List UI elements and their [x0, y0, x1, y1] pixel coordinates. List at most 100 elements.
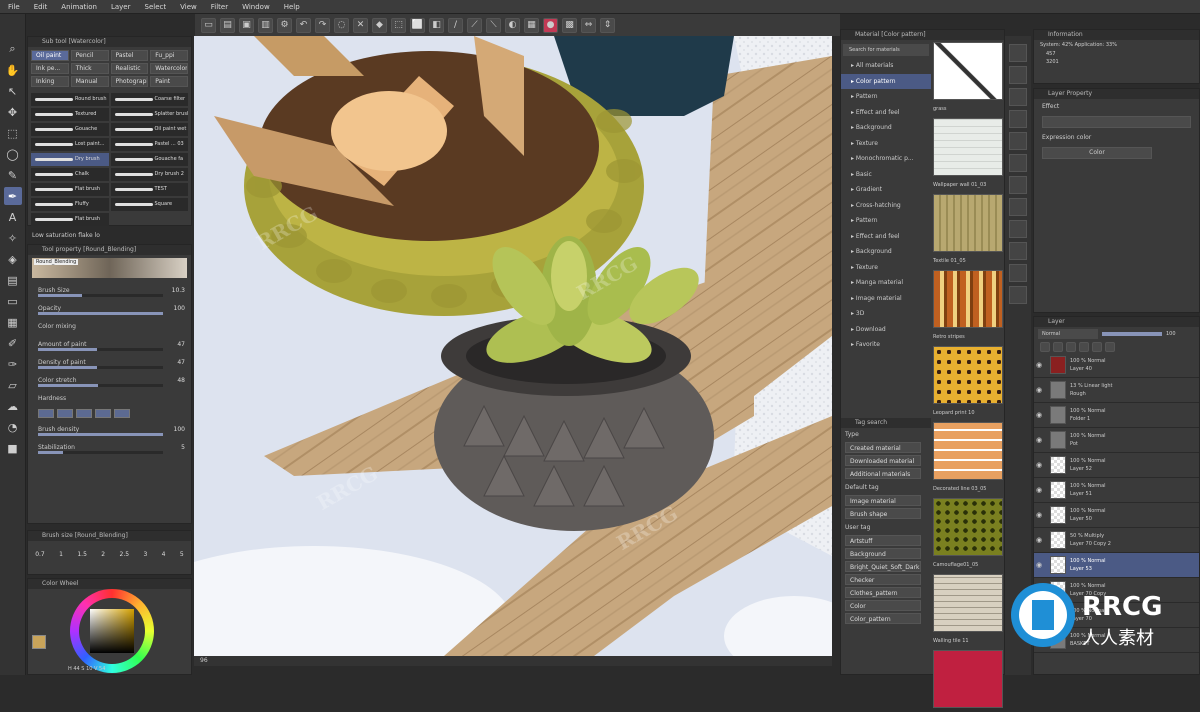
brush-size-option[interactable]: 4	[162, 551, 166, 558]
menu-item-view[interactable]: View	[180, 3, 197, 11]
material-tree-item[interactable]: ▸ Texture	[841, 136, 931, 152]
material-thumbnail[interactable]: Camouflage01_05	[933, 498, 1003, 568]
menu-item-help[interactable]: Help	[284, 3, 300, 11]
user-tag[interactable]: Color	[845, 600, 921, 611]
material-thumbnail[interactable]: grass	[933, 42, 1003, 112]
user-tag[interactable]: Artstuff	[845, 535, 921, 546]
user-tag[interactable]: Clothes_pattern	[845, 587, 921, 598]
type-tag[interactable]: Downloaded material	[845, 455, 921, 466]
subtool-tab[interactable]: Ink pe...	[31, 63, 69, 74]
eye-icon[interactable]: ◉	[1034, 361, 1044, 369]
property-row[interactable]: Brush Size 10.3	[28, 281, 191, 299]
user-tag[interactable]: Background	[845, 548, 921, 559]
subtool-tab[interactable]: Manual	[70, 76, 109, 87]
flip-horizontal-icon[interactable]: ⇔	[581, 17, 596, 33]
deselect-icon[interactable]: ⬜	[410, 17, 425, 33]
brush-item[interactable]: Coarse filter	[110, 93, 188, 106]
grid-icon[interactable]: ▩	[562, 17, 577, 33]
type-tag[interactable]: Additional materials	[845, 468, 921, 479]
brush-item[interactable]: Square	[110, 198, 188, 211]
record-icon[interactable]: ●	[543, 17, 558, 33]
move-layer-icon[interactable]: ✥	[4, 103, 22, 121]
figure-icon[interactable]: ▭	[4, 292, 22, 310]
property-row[interactable]: Color mixing	[28, 317, 191, 335]
ruler-icon[interactable]: ⟋	[467, 17, 482, 33]
menu-item-filter[interactable]: Filter	[211, 3, 228, 11]
invert-icon[interactable]: ◧	[429, 17, 444, 33]
settings-icon[interactable]: ⚙	[277, 17, 292, 33]
type-tag[interactable]: Created material	[845, 442, 921, 453]
approx-color-icon[interactable]	[1009, 220, 1027, 238]
subtool-tab[interactable]: Fu_ppi	[150, 50, 188, 61]
frame-icon[interactable]: ▦	[4, 313, 22, 331]
brush-item[interactable]: Gouache fa	[110, 153, 188, 166]
saturation-value-square[interactable]	[90, 609, 134, 653]
intermediate-color-icon[interactable]	[1009, 242, 1027, 260]
eye-icon[interactable]: ◉	[1034, 386, 1044, 394]
eye-icon[interactable]: ◉	[1034, 486, 1044, 494]
material-tree-item[interactable]: ▸ Basic	[841, 167, 931, 183]
clip-icon[interactable]	[1079, 342, 1089, 352]
material-thumbnail[interactable]: Decorated line 03_05	[933, 422, 1003, 492]
menu-item-file[interactable]: File	[8, 3, 20, 11]
material-tree-item[interactable]: ▸ Background	[841, 244, 931, 260]
menu-item-edit[interactable]: Edit	[34, 3, 48, 11]
subtool-tab[interactable]: Realistic	[110, 63, 149, 74]
property-row[interactable]: Hardness	[28, 389, 191, 407]
current-color-swatch[interactable]	[32, 635, 46, 649]
material-tree-item[interactable]: ▸ Pattern	[841, 89, 931, 105]
brush-size-option[interactable]: 1	[59, 551, 63, 558]
layer-row[interactable]: ◉ 100 % Normal Layer 51	[1034, 478, 1199, 503]
material-thumbnail[interactable]: Retro stripes	[933, 270, 1003, 340]
material-tree-item[interactable]: ▸ Image material	[841, 291, 931, 307]
mask-icon[interactable]	[1092, 342, 1102, 352]
menu-item-layer[interactable]: Layer	[111, 3, 131, 11]
eye-icon[interactable]: ◉	[1034, 436, 1044, 444]
material-thumbnail[interactable]: Leopard print 10	[933, 346, 1003, 416]
material-search[interactable]: Search for materials	[843, 44, 929, 56]
sub-view-icon[interactable]	[1009, 66, 1027, 84]
property-row[interactable]: Amount of paint 47	[28, 335, 191, 353]
print-icon[interactable]: ▥	[258, 17, 273, 33]
brush-item[interactable]: Textured	[31, 108, 109, 121]
brush-size-option[interactable]: 2.5	[120, 551, 130, 558]
material-tree-item[interactable]: ▸ Cross-hatching	[841, 198, 931, 214]
property-slider[interactable]	[38, 348, 163, 351]
layer-row[interactable]: ◉ 100 % Normal Folder 1	[1034, 403, 1199, 428]
redo-icon[interactable]: ↷	[315, 17, 330, 33]
lasso-icon[interactable]: ◯	[4, 145, 22, 163]
reference-icon[interactable]: ▦	[524, 17, 539, 33]
brush-item[interactable]: Splatter brush 2	[110, 108, 188, 121]
animation-icon[interactable]	[1009, 264, 1027, 282]
loading-icon[interactable]: ◌	[334, 17, 349, 33]
timeline-icon[interactable]	[1009, 286, 1027, 304]
default-tag[interactable]: Image material	[845, 495, 921, 506]
selection-icon[interactable]: ⬚	[4, 124, 22, 142]
user-tag[interactable]: Color_pattern	[845, 613, 921, 624]
opacity-slider[interactable]	[1102, 332, 1162, 336]
brush-item[interactable]: Round brush	[31, 93, 109, 106]
brush-size-option[interactable]: 1.5	[77, 551, 87, 558]
info-icon[interactable]	[1009, 88, 1027, 106]
layer-row[interactable]: ◉ 100 % Normal Pot	[1034, 428, 1199, 453]
material-tree-item[interactable]: ▸ 3D	[841, 306, 931, 322]
material-tree-item[interactable]: ▸ All materials	[841, 58, 931, 74]
material-tree-item[interactable]: ▸ Download	[841, 322, 931, 338]
material-thumbnail[interactable]: Textile 01_05	[933, 194, 1003, 264]
property-row[interactable]: Stabilization 5	[28, 438, 191, 456]
material-tree-item[interactable]: ▸ Gradient	[841, 182, 931, 198]
canvas[interactable]: RRCG RRCG RRCG RRCG	[194, 36, 832, 656]
zoom-icon[interactable]: ⌕	[4, 40, 22, 58]
menu-item-animation[interactable]: Animation	[61, 3, 97, 11]
menu-item-select[interactable]: Select	[145, 3, 167, 11]
subtool-tab[interactable]: Oil paint	[31, 50, 69, 61]
material-tree-item[interactable]: ▸ Favorite	[841, 337, 931, 353]
layer-row[interactable]: ◉ 100 % Normal Layer 53	[1034, 553, 1199, 578]
layer-row[interactable]: ◉ 100 % Normal Layer 52	[1034, 453, 1199, 478]
subtool-tab[interactable]: Paint	[150, 76, 188, 87]
subtool-tab[interactable]: Pastel	[110, 50, 149, 61]
item-bank-icon[interactable]	[1009, 110, 1027, 128]
property-row[interactable]: Brush density 100	[28, 420, 191, 438]
brush-size-option[interactable]: 2	[101, 551, 105, 558]
property-row[interactable]: Color stretch 48	[28, 371, 191, 389]
